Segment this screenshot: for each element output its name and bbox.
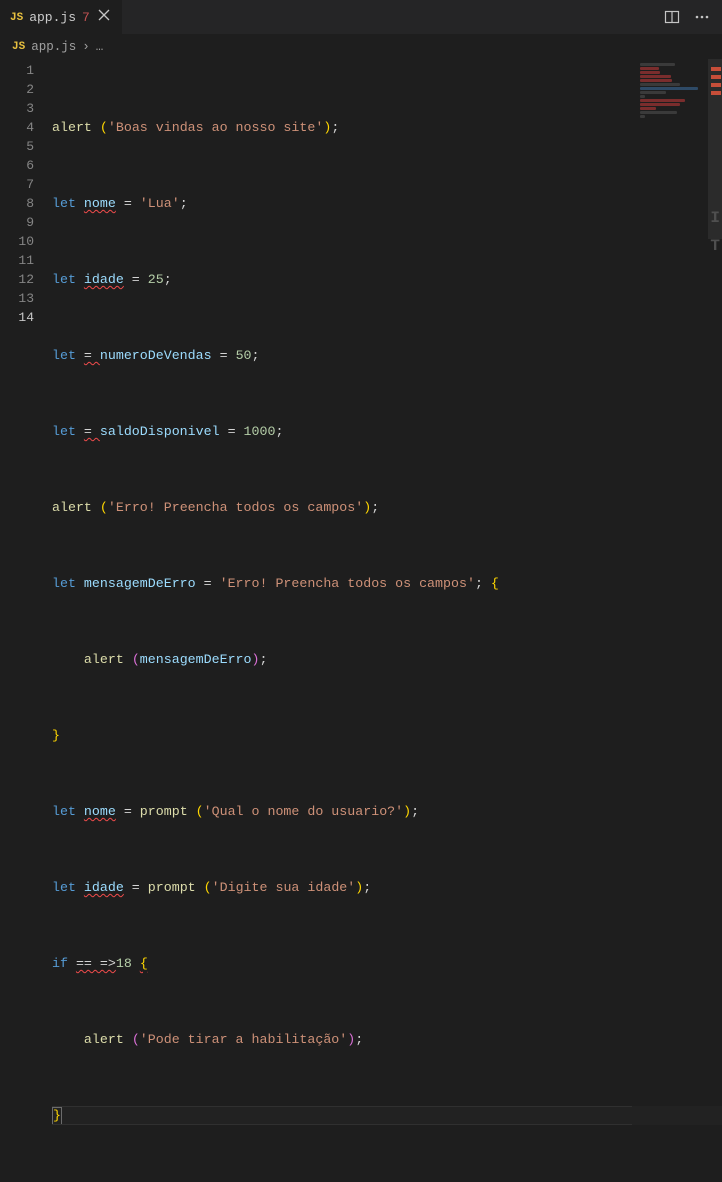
more-actions-icon[interactable] [694, 9, 710, 25]
scrollbar[interactable]: I T [708, 59, 722, 715]
error-marker[interactable] [711, 75, 721, 79]
line-number[interactable]: 6 [0, 156, 52, 175]
code-line[interactable]: let mensagemDeErro = 'Erro! Preencha tod… [52, 574, 722, 593]
code-line[interactable]: alert ('Erro! Preencha todos os campos')… [52, 498, 722, 517]
line-number[interactable]: 10 [0, 232, 52, 251]
code-line[interactable]: let idade = prompt ('Digite sua idade'); [52, 878, 722, 897]
error-marker[interactable] [711, 91, 721, 95]
tab-app-js[interactable]: JS app.js 7 [0, 0, 122, 34]
code-line[interactable]: } [52, 726, 722, 745]
breadcrumb[interactable]: JS app.js › … [0, 35, 722, 59]
error-marker[interactable] [711, 67, 721, 71]
line-number[interactable]: 4 [0, 118, 52, 137]
tab-filename: app.js [29, 10, 76, 25]
code-line[interactable]: alert (mensagemDeErro); [52, 650, 722, 669]
minimap[interactable] [636, 59, 708, 715]
code-line[interactable]: alert ('Boas vindas ao nosso site'); [52, 118, 722, 137]
line-number[interactable]: 5 [0, 137, 52, 156]
line-number-gutter: 1234567891011121314 [0, 59, 52, 715]
code-line[interactable]: alert ('Pode tirar a habilitação'); [52, 1030, 722, 1049]
split-editor-icon[interactable] [664, 9, 680, 25]
title-actions [664, 0, 722, 34]
line-number[interactable]: 11 [0, 251, 52, 270]
chevron-right-icon: › [82, 40, 90, 54]
line-number[interactable]: 2 [0, 80, 52, 99]
tab-bar: JS app.js 7 [0, 0, 722, 35]
breadcrumb-trail: … [96, 40, 104, 54]
line-number[interactable]: 3 [0, 99, 52, 118]
line-number[interactable]: 8 [0, 194, 52, 213]
error-marker[interactable] [711, 83, 721, 87]
line-number[interactable]: 13 [0, 289, 52, 308]
close-icon[interactable] [96, 9, 112, 26]
line-number[interactable]: 9 [0, 213, 52, 232]
code-line[interactable]: let nome = 'Lua'; [52, 194, 722, 213]
code-line[interactable]: let idade = 25; [52, 270, 722, 289]
code-line[interactable]: } [52, 1106, 722, 1125]
overview-ruler-icon: T [710, 237, 720, 255]
code-line[interactable]: let = saldoDisponivel = 1000; [52, 422, 722, 441]
overview-ruler-icon: I [710, 209, 720, 227]
js-file-icon: JS [10, 12, 23, 24]
breadcrumb-filename: app.js [31, 40, 76, 54]
code-line[interactable]: let nome = prompt ('Qual o nome do usuar… [52, 802, 722, 821]
code-area[interactable]: alert ('Boas vindas ao nosso site'); let… [52, 59, 722, 715]
code-line[interactable]: if == =>18 { [52, 954, 722, 973]
js-file-icon: JS [12, 41, 25, 53]
code-line[interactable]: let = numeroDeVendas = 50; [52, 346, 722, 365]
line-number[interactable]: 7 [0, 175, 52, 194]
line-number[interactable]: 14 [0, 308, 52, 327]
tab-problem-count: 7 [82, 10, 90, 25]
editor[interactable]: 1234567891011121314 alert ('Boas vindas … [0, 59, 722, 715]
line-number[interactable]: 1 [0, 61, 52, 80]
line-number[interactable]: 12 [0, 270, 52, 289]
